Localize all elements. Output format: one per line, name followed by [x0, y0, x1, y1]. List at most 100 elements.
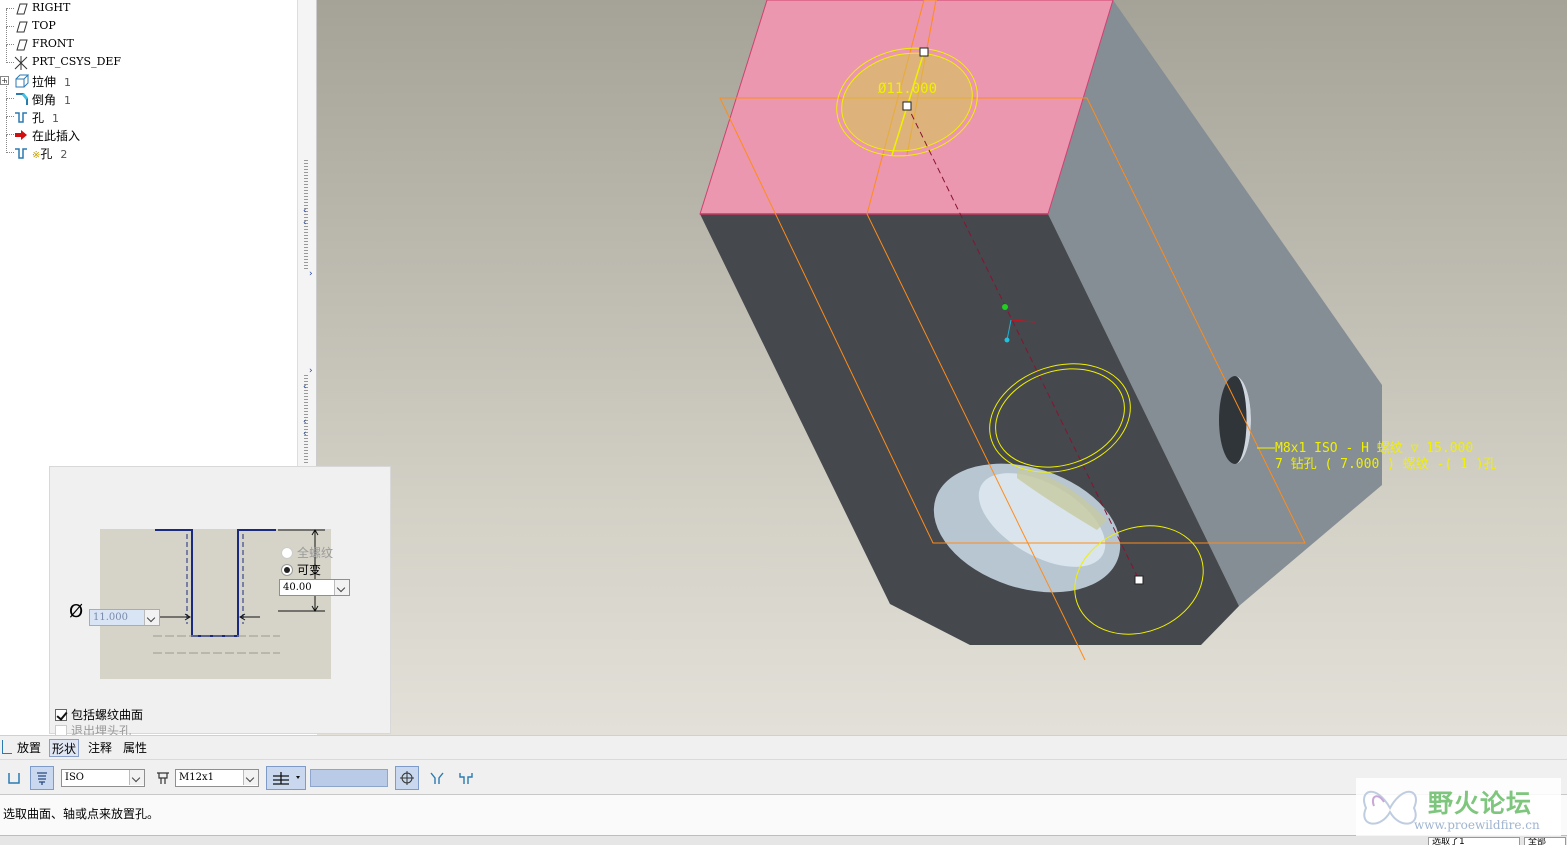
dashboard-tabs: 放置 形状 注释 属性 — [0, 735, 1567, 759]
checkbox[interactable] — [55, 708, 67, 721]
tree-item-label: 孔 — [32, 111, 45, 125]
watermark-url: www.proewildfire.cn — [1414, 818, 1540, 832]
collapse-arrow-icon[interactable]: ‹ — [303, 383, 307, 392]
tree-item-csys[interactable]: PRT_CSYS_DEF — [0, 45, 290, 72]
standard-hole-icon — [37, 772, 47, 785]
countersink-button[interactable] — [425, 766, 449, 790]
depth-blind-icon — [273, 772, 300, 785]
feature-number: 1 — [64, 94, 72, 107]
datum-plane-icon — [13, 1, 29, 17]
hole-dashboard-toolbar: ISO M12x1 — [0, 759, 1567, 795]
include-thread-surface-label: 包括螺纹曲面 — [71, 708, 144, 722]
standard-hole-button[interactable] — [30, 766, 54, 790]
message-area: 选取曲面、轴或点来放置孔。 — [0, 795, 1567, 835]
expand-icon[interactable]: + — [0, 76, 9, 85]
tree-item-label: TOP — [32, 19, 56, 32]
dropdown-arrow-icon — [144, 610, 159, 625]
drag-handle[interactable] — [902, 101, 912, 111]
shape-panel: Ø 11.000 全螺纹 可变 40.00 包括螺纹曲面 退出埋头孔 — [49, 466, 391, 738]
hole-icon — [13, 109, 29, 125]
tree-item-extrude[interactable]: + 拉伸 1 — [0, 72, 290, 90]
tab-note[interactable]: 注释 — [86, 739, 114, 757]
depth-option-button[interactable] — [266, 766, 306, 790]
collapse-arrow-icon[interactable]: ‹ — [303, 418, 307, 427]
dropdown-arrow-icon[interactable] — [243, 770, 258, 785]
tab-properties[interactable]: 属性 — [121, 739, 149, 757]
variable-option[interactable]: 可变 — [281, 561, 321, 578]
expand-arrow-icon[interactable]: › — [309, 367, 313, 376]
tab-placement[interactable]: 放置 — [15, 739, 43, 757]
feature-number: 2 — [60, 148, 68, 161]
radio-button — [281, 546, 293, 559]
drag-handle[interactable] — [919, 47, 929, 57]
tree-item-front[interactable]: FRONT — [0, 27, 290, 54]
tree-item-insert-here[interactable]: 在此插入 — [0, 117, 290, 144]
bottom-strip: 选取了1 全部 — [0, 835, 1567, 845]
coordinate-system-icon — [13, 55, 29, 71]
model-graphics[interactable]: Ø11.000 M8x1 ISO - H 螺纹 ▽ 15.000 7 钻孔 ( … — [317, 0, 1567, 735]
tree-item-label: RIGHT — [32, 1, 71, 14]
tree-item-label: FRONT — [32, 37, 74, 50]
diameter-value: 11.000 — [93, 612, 128, 623]
datum-plane-icon — [13, 19, 29, 35]
dropdown-arrow-icon[interactable] — [129, 770, 144, 785]
target-icon — [400, 771, 414, 785]
model-tree: RIGHT TOP FRONT PRT_CSYS_DEF + 拉伸 1 倒角 1… — [0, 0, 297, 466]
tree-item-label: 孔 — [40, 147, 53, 161]
sketch-button[interactable] — [395, 766, 419, 790]
watermark: 野火论坛 www.proewildfire.cn — [1356, 778, 1561, 836]
hole-icon — [13, 145, 29, 161]
counterbore-button[interactable] — [454, 766, 478, 790]
tree-item-hole-2[interactable]: ※孔 2 — [0, 135, 290, 162]
full-thread-option: 全螺纹 — [281, 544, 333, 561]
radio-button[interactable] — [281, 563, 293, 576]
tree-item-label: 拉伸 — [32, 75, 57, 89]
feature-number: 1 — [52, 112, 60, 125]
diameter-dimension[interactable]: Ø11.000 — [878, 81, 937, 97]
expand-arrow-icon[interactable]: › — [309, 270, 313, 279]
datum-plane-icon — [13, 37, 29, 53]
full-thread-label: 全螺纹 — [297, 546, 334, 560]
tree-item-label: 在此插入 — [32, 129, 81, 143]
hole-icon — [2, 740, 12, 754]
tree-item-chamfer[interactable]: 倒角 1 — [0, 81, 290, 108]
panel-splitter[interactable]: ‹ ‹ › › ‹ ‹ ‹ — [297, 0, 317, 466]
tree-item-top[interactable]: TOP — [0, 9, 290, 36]
tree-item-label: 倒角 — [32, 93, 57, 107]
extrude-icon — [13, 73, 30, 89]
selection-count: 选取了1 — [1428, 837, 1520, 845]
watermark-logo-text: 野火论坛 — [1428, 789, 1533, 818]
thread-standard-combo[interactable]: ISO — [61, 769, 145, 787]
thread-depth-value: 40.00 — [283, 582, 312, 593]
thread-note-line2[interactable]: 7 钻孔 ( 7.000 ) 螺纹 -( 1 )孔 — [1275, 457, 1497, 472]
collapse-arrow-icon[interactable]: ‹ — [303, 207, 307, 216]
counterbore-icon — [459, 773, 473, 784]
depth-value-field[interactable] — [310, 769, 388, 787]
status-message: 选取曲面、轴或点来放置孔。 — [3, 807, 160, 821]
tap-button[interactable] — [151, 766, 175, 790]
tree-item-label: PRT_CSYS_DEF — [32, 55, 122, 68]
diameter-icon: Ø — [69, 601, 84, 622]
selection-filter[interactable]: 全部 — [1524, 837, 1566, 845]
include-thread-surface-option[interactable]: 包括螺纹曲面 — [55, 706, 143, 723]
tree-item-right[interactable]: RIGHT — [0, 0, 290, 18]
collapse-arrow-icon[interactable]: ‹ — [303, 430, 307, 439]
thread-size-combo[interactable]: M12x1 — [175, 769, 259, 787]
thread-size-value: M12x1 — [179, 772, 214, 783]
simple-hole-button[interactable] — [2, 766, 26, 790]
tap-icon — [157, 772, 169, 784]
thread-standard-value: ISO — [65, 772, 84, 783]
chamfer-icon — [13, 91, 29, 107]
dropdown-arrow-icon[interactable] — [334, 580, 349, 595]
collapse-arrow-icon[interactable]: ‹ — [303, 219, 307, 228]
proe-window: RIGHT TOP FRONT PRT_CSYS_DEF + 拉伸 1 倒角 1… — [0, 0, 1567, 845]
countersink-icon — [430, 772, 444, 784]
simple-hole-icon — [8, 773, 20, 784]
drag-handle[interactable] — [1134, 575, 1144, 585]
thread-note-line1[interactable]: M8x1 ISO - H 螺纹 ▽ 15.000 — [1275, 441, 1473, 456]
thread-depth-combo[interactable]: 40.00 — [279, 579, 350, 596]
graphics-viewport[interactable]: Ø11.000 M8x1 ISO - H 螺纹 ▽ 15.000 7 钻孔 ( … — [317, 0, 1567, 735]
tree-item-hole-1[interactable]: 孔1 — [0, 99, 290, 126]
tab-shape[interactable]: 形状 — [49, 739, 80, 757]
feature-number: 1 — [64, 76, 72, 89]
